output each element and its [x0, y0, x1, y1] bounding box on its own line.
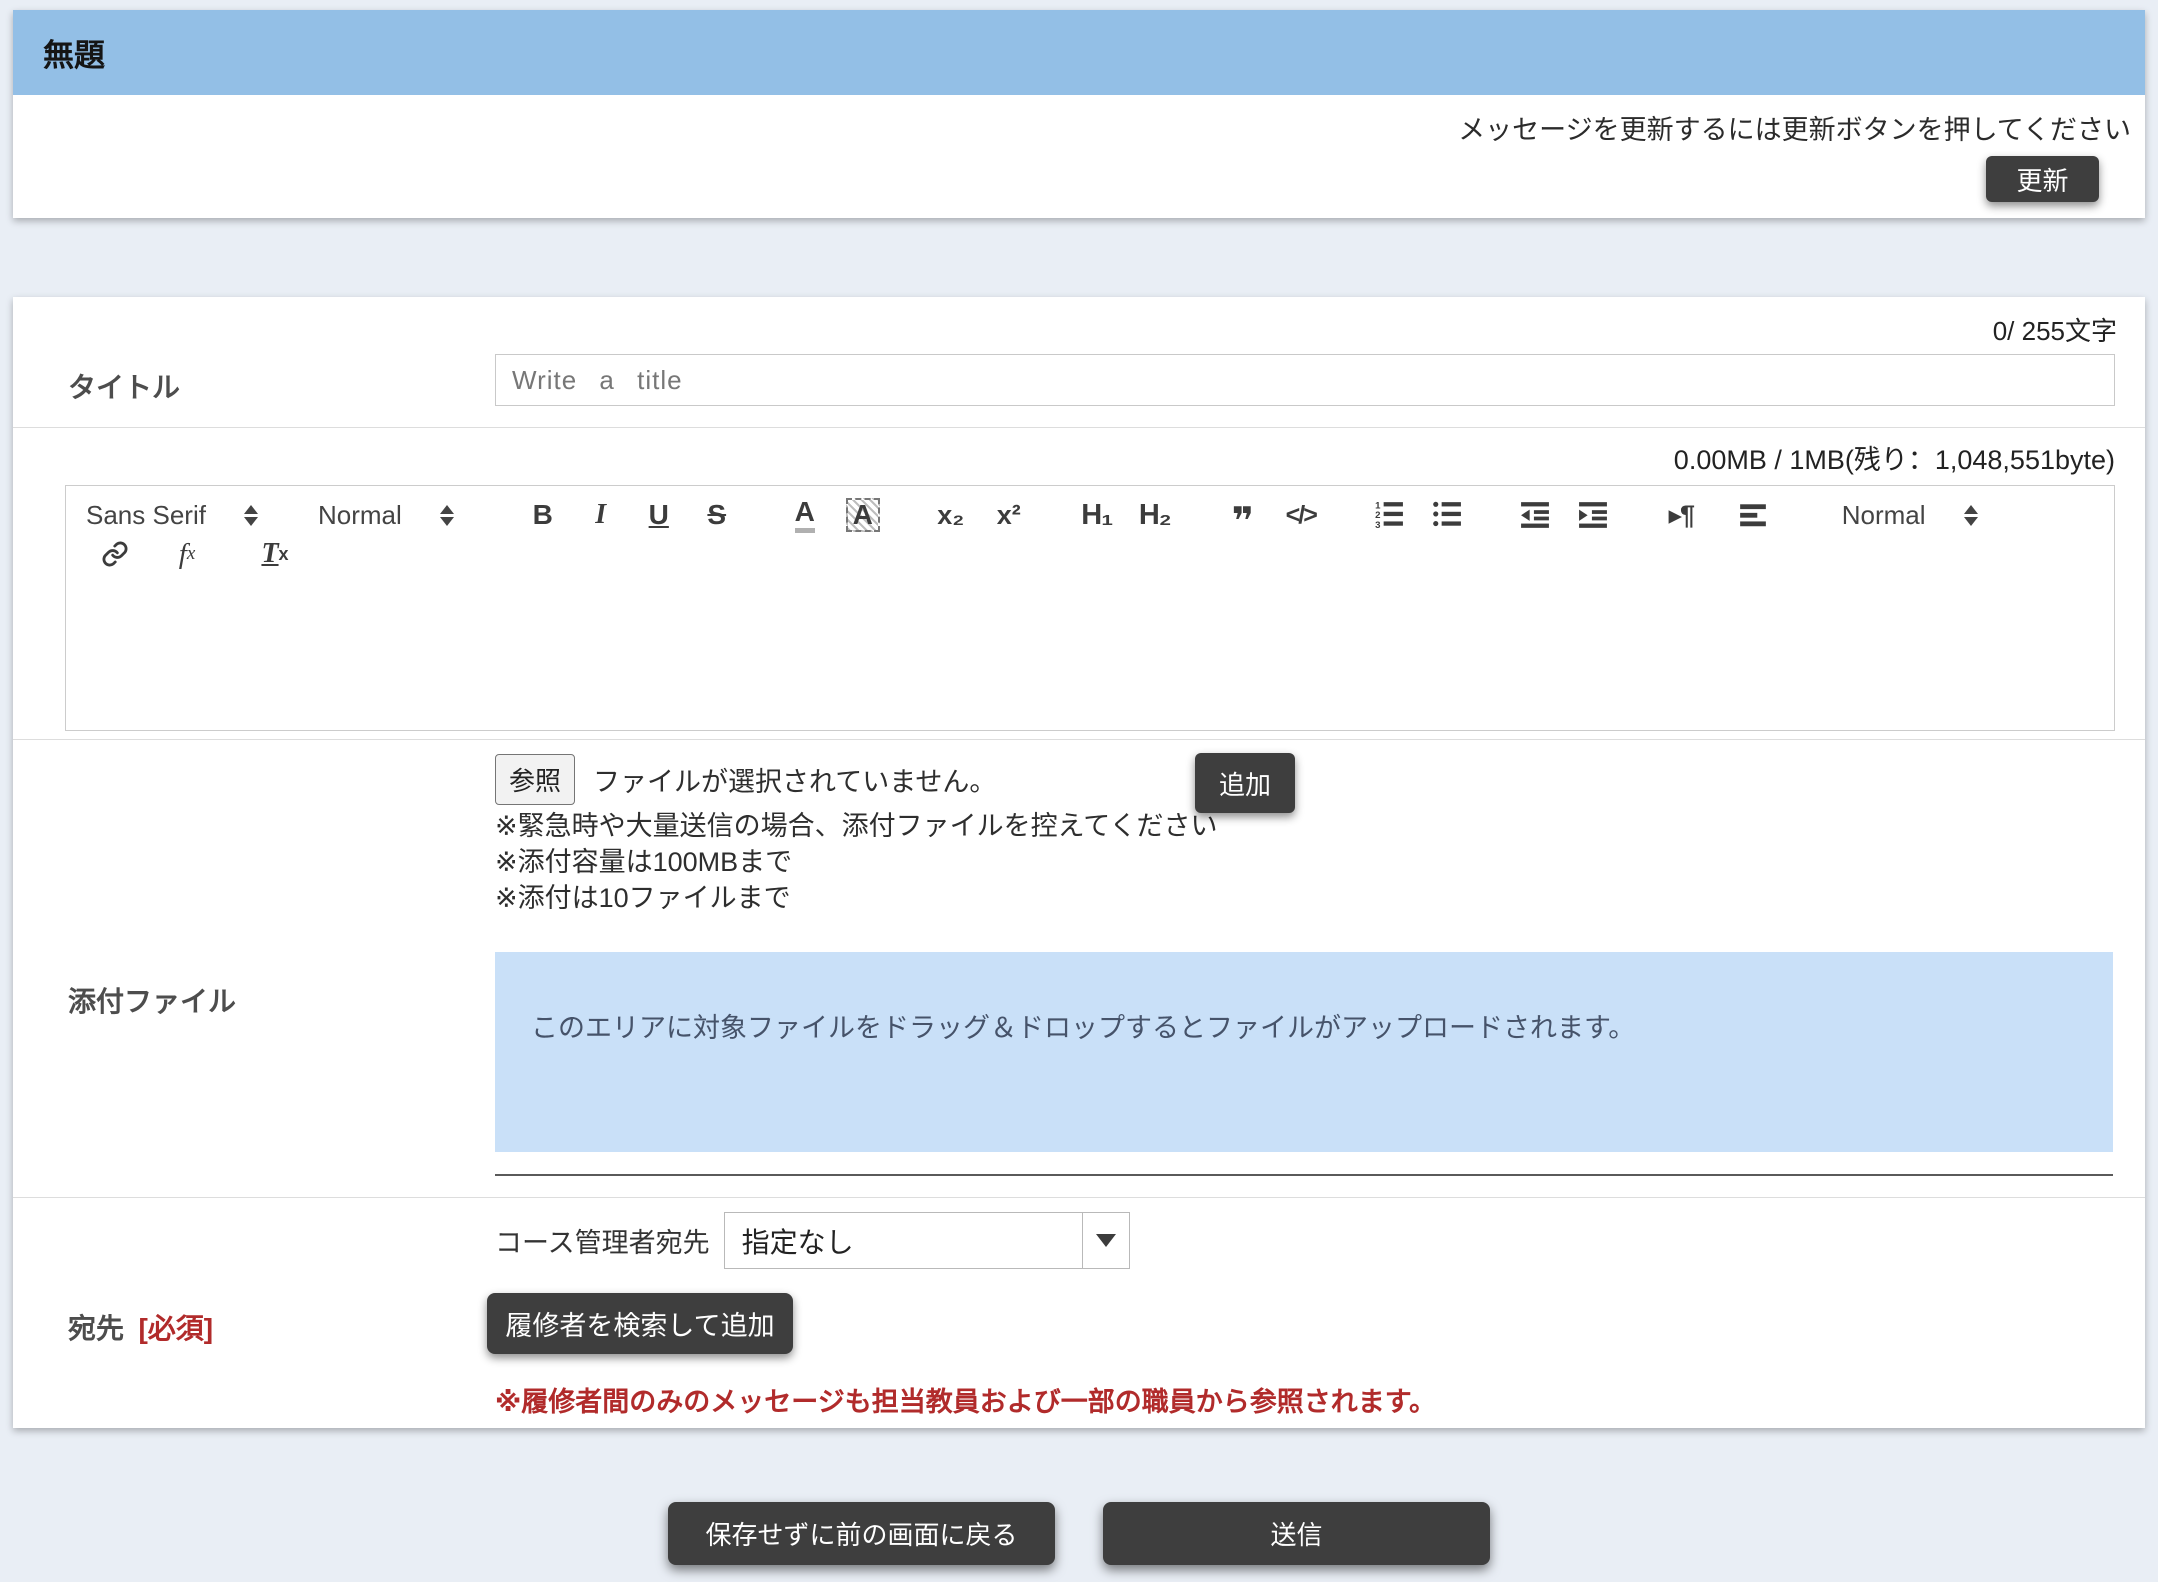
size-picker[interactable]: Normal [1842, 500, 1978, 531]
dropzone-text: このエリアに対象ファイルをドラッグ＆ドロップするとファイルがアップロードされます… [531, 1013, 1635, 1043]
no-file-selected-text: ファイルが選択されていません。 [593, 760, 996, 799]
block-format-picker[interactable]: Normal [318, 500, 454, 531]
attachment-note-line: ※添付は10ファイルまで [495, 880, 2145, 916]
page-header: 無題 [13, 10, 2145, 95]
update-hint-text: メッセージを更新するには更新ボタンを押してください [1458, 108, 2131, 147]
rich-text-editor: Sans Serif Normal B I U S A A x₂ x² [65, 485, 2115, 731]
editor-toolbar-row1: Sans Serif Normal B I U S A A x₂ x² [66, 486, 2114, 534]
title-section: 0/ 255文字 タイトル [13, 297, 2145, 428]
updown-arrows-icon [1964, 505, 1978, 526]
code-block-icon[interactable]: </> [1281, 495, 1321, 535]
body-section: 0.00MB / 1MB(残り：1,048,551byte) Sans Seri… [13, 428, 2145, 740]
subscript-icon[interactable]: x₂ [931, 495, 971, 535]
clear-formatting-icon[interactable]: Tx [255, 534, 295, 574]
editor-content-area[interactable] [66, 580, 2114, 730]
message-form-panel: 0/ 255文字 タイトル 0.00MB / 1MB(残り：1,048,551b… [13, 297, 2145, 1428]
attachment-notes: ※緊急時や大量送信の場合、添付ファイルを控えてください ※添付容量は100MBま… [495, 808, 2145, 916]
editor-toolbar-row2: fx Tx [66, 534, 2114, 580]
title-label: タイトル [13, 354, 495, 406]
file-browse-button[interactable]: 参照 [495, 754, 575, 805]
updown-arrows-icon [440, 505, 454, 526]
search-students-button[interactable]: 履修者を検索して追加 [487, 1293, 793, 1354]
header2-icon[interactable]: H₂ [1135, 495, 1175, 535]
course-admin-selected-value: 指定なし [725, 1213, 1082, 1268]
attachment-label: 添付ファイル [13, 952, 495, 1152]
text-direction-icon[interactable]: ▸¶ [1661, 495, 1701, 535]
send-button[interactable]: 送信 [1103, 1502, 1490, 1565]
attachment-note-line: ※緊急時や大量送信の場合、添付ファイルを控えてください [495, 808, 2145, 844]
recipient-warning-note: ※履修者間のみのメッセージも担当教員および一部の職員から参照されます。 [495, 1380, 2145, 1419]
recipient-section: コース管理者宛先 指定なし 宛先 [必須] 履修者を検索して追加 ※履修者間のみ… [13, 1198, 2145, 1428]
footer-actions: 保存せずに前の画面に戻る 送信 [0, 1502, 2158, 1565]
dropdown-arrow-icon[interactable] [1083, 1213, 1129, 1268]
add-attachment-button[interactable]: 追加 [1195, 753, 1295, 813]
link-icon[interactable] [95, 534, 135, 574]
underline-icon[interactable]: U [639, 495, 679, 535]
title-input[interactable] [495, 354, 2115, 406]
italic-icon[interactable]: I [581, 495, 621, 535]
required-badge: [必須] [138, 1313, 213, 1344]
attachment-divider [495, 1174, 2113, 1176]
course-admin-label: コース管理者宛先 [495, 1221, 710, 1260]
indent-icon[interactable] [1573, 495, 1613, 535]
blockquote-icon[interactable]: ❞ [1223, 495, 1263, 535]
recipient-label: 宛先 [68, 1313, 124, 1344]
text-color-icon[interactable]: A [785, 495, 825, 535]
course-admin-select[interactable]: 指定なし [724, 1212, 1130, 1269]
bullet-list-icon[interactable] [1427, 495, 1467, 535]
attachment-section: 参照 ファイルが選択されていません。 追加 ※緊急時や大量送信の場合、添付ファイ… [13, 740, 2145, 1198]
ordered-list-icon[interactable]: 1 2 3 [1369, 495, 1409, 535]
outdent-icon[interactable] [1515, 495, 1555, 535]
file-dropzone[interactable]: このエリアに対象ファイルをドラッグ＆ドロップするとファイルがアップロードされます… [495, 952, 2113, 1152]
page-title: 無題 [43, 30, 105, 75]
attachment-note-line: ※添付容量は100MBまで [495, 844, 2145, 880]
updown-arrows-icon [244, 505, 258, 526]
recipient-label-group: 宛先 [必須] [13, 1293, 487, 1354]
font-picker[interactable]: Sans Serif [86, 500, 258, 531]
svg-text:3: 3 [1375, 520, 1380, 530]
background-color-icon[interactable]: A [843, 495, 883, 535]
header1-icon[interactable]: H₁ [1077, 495, 1117, 535]
superscript-icon[interactable]: x² [989, 495, 1029, 535]
strikethrough-icon[interactable]: S [697, 495, 737, 535]
back-without-saving-button[interactable]: 保存せずに前の画面に戻る [668, 1502, 1055, 1565]
formula-icon[interactable]: fx [167, 534, 207, 574]
align-icon[interactable] [1733, 495, 1773, 535]
update-button[interactable]: 更新 [1986, 156, 2099, 202]
bold-icon[interactable]: B [523, 495, 563, 535]
message-update-panel: 無題 メッセージを更新するには更新ボタンを押してください 更新 [13, 10, 2145, 218]
body-size-counter: 0.00MB / 1MB(残り：1,048,551byte) [13, 428, 2145, 477]
title-char-counter: 0/ 255文字 [13, 297, 2145, 348]
